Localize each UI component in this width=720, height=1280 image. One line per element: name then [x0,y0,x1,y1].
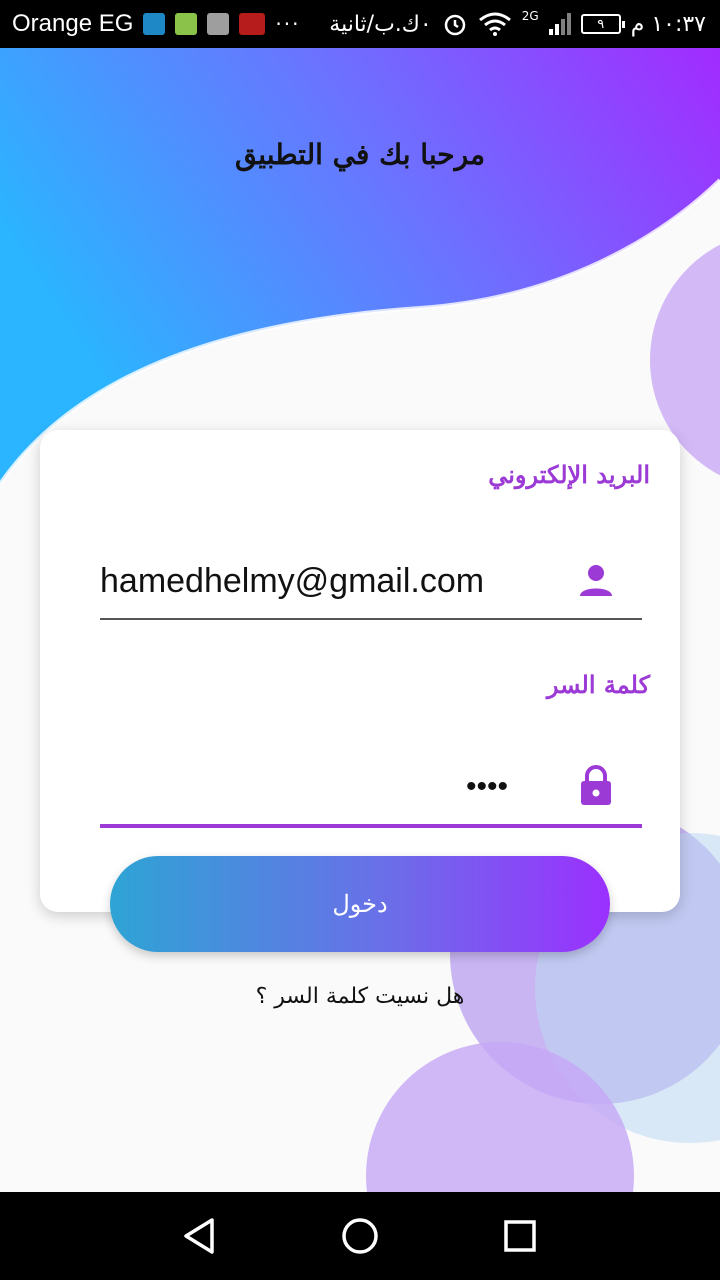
status-bar-left: Orange EG ··· [12,0,300,48]
password-field[interactable]: •••• [466,770,508,804]
navigation-bar [0,1192,720,1280]
login-button[interactable]: دخول [110,856,610,952]
lock-icon [581,765,611,805]
login-card: البريد الإلكتروني hamedhelmy@gmail.com ك… [40,430,680,912]
photo-notification-icon [239,13,266,35]
person-icon [580,565,612,596]
battery-icon: ٩ [580,14,625,34]
image-notification-icon [207,13,230,35]
status-bar-right: ٠ك.ب/ثانية 2G ٩ ١٠:٣٧ م [329,0,706,48]
usb-icon [143,13,166,35]
back-triangle-icon[interactable] [174,1210,226,1262]
email-field[interactable]: hamedhelmy@gmail.com [100,562,484,601]
status-bar: Orange EG ··· ٠ك.ب/ثانية 2G ٩ ١٠:٣٧ م [0,0,720,48]
wifi-icon [478,12,511,36]
forgot-password-link[interactable]: هل نسيت كلمة السر ؟ [0,984,720,1009]
signal-strength-icon [548,13,571,35]
battery-level: ٩ [597,16,605,32]
data-speed: ٠ك.ب/ثانية [329,11,432,37]
android-icon [175,13,198,35]
alarm-icon [444,14,465,36]
more-notifications-icon: ··· [275,12,301,36]
clock: ١٠:٣٧ م [630,11,706,37]
email-underline [100,618,642,620]
header-wave [0,48,720,484]
recent-square-icon[interactable] [494,1210,546,1262]
password-underline [100,824,642,828]
page-title: مرحبا بك في التطبيق [234,138,486,171]
password-label: كلمة السر [546,670,650,699]
home-circle-icon[interactable] [334,1210,386,1262]
network-type: 2G [521,9,539,23]
carrier-name: Orange EG [12,10,134,37]
email-label: البريد الإلكتروني [488,460,650,489]
